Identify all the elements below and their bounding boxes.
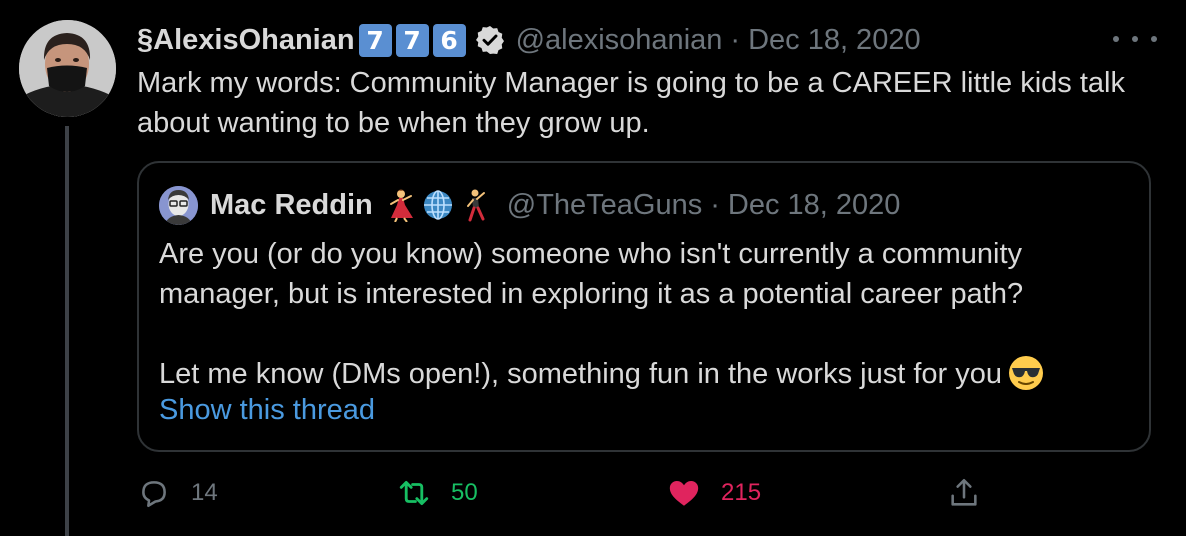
like-button[interactable]: 215 [667, 468, 761, 518]
quoted-author-handle[interactable]: @TheTeaGuns [507, 189, 702, 222]
quoted-paragraph-1: Are you (or do you know) someone who isn… [159, 238, 1024, 310]
like-count: 215 [721, 479, 762, 506]
heart-icon [669, 480, 699, 506]
retweet-count: 50 [451, 479, 478, 506]
show-thread-link[interactable]: Show this thread [159, 394, 375, 427]
tweet-date[interactable]: Dec 18, 2020 [748, 24, 921, 57]
keycap-badge-2: 7 [395, 23, 429, 57]
thread-line [65, 126, 69, 536]
tweet-header: §AlexisOhanian 7 7 6 @alexisohanian · De… [137, 22, 921, 58]
quoted-author-display-name[interactable]: Mac Reddin [210, 189, 373, 222]
quoted-tweet-date[interactable]: Dec 18, 2020 [728, 189, 901, 222]
globe-emoji-icon [423, 190, 452, 220]
quoted-author-avatar[interactable] [159, 185, 198, 225]
author-display-name[interactable]: §AlexisOhanian [137, 24, 355, 57]
dancer-emoji-icon [389, 189, 413, 222]
reply-icon [142, 481, 166, 508]
tweet-actions: 14 50 215 [137, 468, 1147, 518]
tweet[interactable]: §AlexisOhanian 7 7 6 @alexisohanian · De… [0, 0, 1186, 536]
quoted-header-separator: · [710, 188, 720, 221]
tweet-text: Mark my words: Community Manager is goin… [137, 67, 1134, 139]
verified-badge-icon [475, 26, 504, 54]
quoted-tweet[interactable]: Mac Reddin @TheTeaGuns · Dec 18, 2020 Ar… [137, 161, 1151, 452]
author-avatar[interactable] [19, 20, 116, 117]
author-handle[interactable]: @alexisohanian [516, 24, 723, 57]
quoted-paragraph-2-text: Let me know (DMs open!), something fun i… [159, 358, 1002, 390]
share-button[interactable] [947, 468, 981, 518]
reply-button[interactable]: 14 [137, 468, 218, 518]
share-icon [951, 478, 977, 506]
retweet-icon [399, 480, 429, 506]
sunglasses-emoji-icon [1008, 356, 1043, 390]
keycap-badge-1: 7 [358, 23, 392, 57]
retweet-button[interactable]: 50 [397, 468, 478, 518]
keycap-badge-3: 6 [432, 23, 466, 57]
quoted-tweet-header: Mac Reddin @TheTeaGuns · Dec 18, 2020 [159, 185, 900, 225]
quoted-paragraph-2: Let me know (DMs open!), something fun i… [159, 354, 1139, 394]
header-separator: · [730, 23, 741, 56]
quoted-tweet-text: Are you (or do you know) someone who isn… [159, 234, 1139, 394]
man-dancing-emoji-icon [466, 189, 485, 222]
reply-count: 14 [191, 479, 218, 506]
more-options-icon[interactable] [1113, 24, 1157, 54]
